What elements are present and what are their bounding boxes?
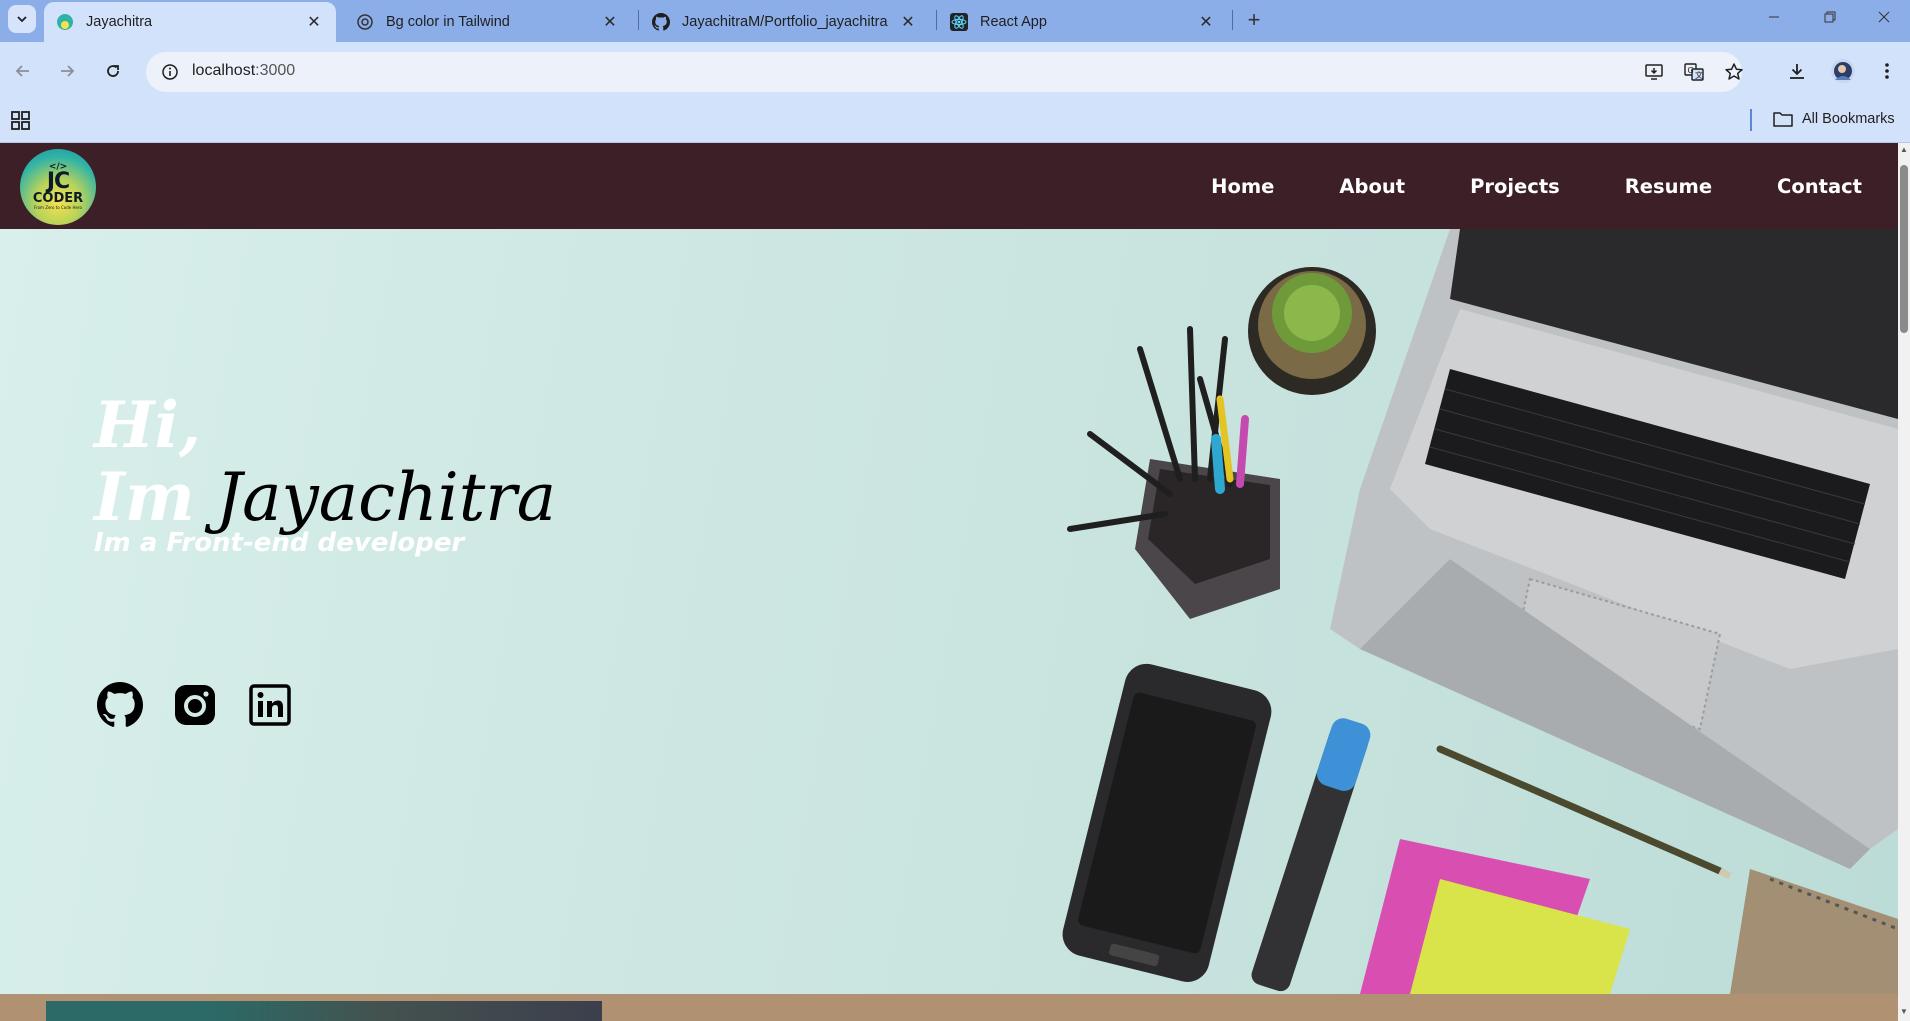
browser-menu-button[interactable] [1872,56,1902,86]
notebook-image [1730,869,1898,994]
all-bookmarks-button[interactable]: All Bookmarks [1772,110,1895,128]
logo-tagline: From Zero to Code Hero [34,205,82,210]
tab-title: Jayachitra [86,14,153,30]
close-icon[interactable]: ✕ [304,12,324,32]
site-nav-links: Home About Projects Resume Contact [1146,143,1862,229]
logo-initials: JC [46,169,70,194]
logo-word: CODER [32,191,84,206]
back-button[interactable] [6,54,40,88]
smartphone-image [1062,663,1272,982]
site-navbar: </> JC CODER From Zero to Code Hero Home… [0,143,1898,229]
site-favicon [56,13,74,31]
new-tab-button[interactable]: + [1240,6,1268,34]
minimize-icon [1769,16,1779,18]
hero-im: Im [94,458,195,536]
url-text[interactable]: localhost:3000 [192,62,295,80]
chatgpt-icon [356,13,374,31]
site-logo[interactable]: </> JC CODER From Zero to Code Hero [20,149,96,225]
close-icon[interactable]: ✕ [600,12,620,32]
laptop-image [1330,229,1898,869]
linkedin-link[interactable] [246,681,294,729]
nav-about[interactable]: About [1339,175,1405,198]
tab-divider [1232,10,1233,30]
hero-name-line: Im Jayachitra [94,461,556,534]
install-app-icon[interactable] [1642,60,1666,84]
github-icon [97,682,143,727]
tab-bg-color-tailwind[interactable]: Bg color in Tailwind ✕ [344,2,632,42]
url-host: localhost [192,62,256,79]
nav-projects[interactable]: Projects [1470,175,1560,198]
translate-icon[interactable]: G文 [1682,60,1706,84]
react-icon [950,13,968,31]
all-bookmarks-label: All Bookmarks [1802,111,1895,127]
chevron-down-icon [17,16,27,23]
instagram-icon [175,685,215,725]
site-info-icon[interactable] [158,60,182,84]
reload-icon [107,65,119,77]
tab-react-app[interactable]: React App ✕ [938,2,1228,42]
forward-button[interactable] [50,54,84,88]
arrow-left-icon [15,65,29,77]
sticky-notes-image [1360,839,1630,994]
next-section-card [46,1001,602,1021]
avatar-icon [1831,59,1855,83]
social-links [96,681,321,729]
apps-grid-icon[interactable] [10,110,32,132]
tab-title: JayachitraM/Portfolio_jayachitra [682,14,888,30]
tab-jayachitra[interactable]: Jayachitra ✕ [44,2,336,42]
tab-divider [936,10,937,30]
profile-avatar[interactable] [1828,56,1858,86]
nav-resume[interactable]: Resume [1625,175,1712,198]
tab-title: React App [980,14,1047,30]
scroll-down-arrow-icon[interactable]: ▼ [1899,1007,1909,1017]
pencil-cup-image [1067,326,1280,619]
hero-section: Hi, Im Jayachitra Im a Front-end develop… [0,229,1898,994]
arrow-right-icon [61,65,75,77]
desk-illustration [1062,229,1898,994]
close-icon[interactable]: ✕ [1196,12,1216,32]
svg-text:文: 文 [1695,70,1703,80]
browser-tab-strip: Jayachitra ✕ Bg color in Tailwind ✕ Jaya… [0,0,1910,42]
restore-icon [1824,11,1836,23]
tab-search-button[interactable] [8,5,36,33]
nav-contact[interactable]: Contact [1777,175,1862,198]
window-close-button[interactable] [1856,0,1910,34]
page-viewport: </> JC CODER From Zero to Code Hero Home… [0,143,1898,1021]
kebab-menu-icon [1885,63,1889,79]
downloads-button[interactable] [1782,56,1812,86]
hero-name: Jayachitra [215,459,557,536]
restore-button[interactable] [1802,0,1858,34]
scrollbar-thumb[interactable] [1900,165,1908,333]
bookmarks-divider [1750,109,1752,131]
github-icon [652,13,670,31]
bookmark-star-icon[interactable] [1722,60,1746,84]
browser-toolbar: localhost:3000 G文 [0,42,1910,100]
svg-text:G: G [1688,66,1694,75]
close-icon[interactable]: ✕ [898,12,918,32]
address-bar[interactable]: localhost:3000 G文 [146,52,1743,92]
tab-title: Bg color in Tailwind [386,14,510,30]
minimize-button[interactable] [1746,0,1802,34]
url-port: :3000 [255,62,296,79]
linkedin-icon [249,684,291,726]
bookmarks-bar: All Bookmarks [0,100,1910,143]
close-icon [1878,11,1890,23]
tab-divider [638,10,639,30]
instagram-link[interactable] [171,681,219,729]
github-link[interactable] [96,681,144,729]
download-icon [1790,64,1804,79]
reload-button[interactable] [96,54,130,88]
hero-text-block: Hi, Im Jayachitra Im a Front-end develop… [94,388,556,559]
cactus-image [1248,267,1376,395]
nav-home[interactable]: Home [1211,175,1274,198]
scroll-up-arrow-icon[interactable]: ▲ [1899,145,1909,155]
tab-github-repo[interactable]: JayachitraM/Portfolio_jayachitra ✕ [640,2,930,42]
marker-image [1251,718,1371,992]
hero-greeting: Hi, [94,388,202,463]
folder-icon [1773,112,1793,127]
page-scrollbar[interactable]: ▲ ▼ [1898,143,1910,1021]
